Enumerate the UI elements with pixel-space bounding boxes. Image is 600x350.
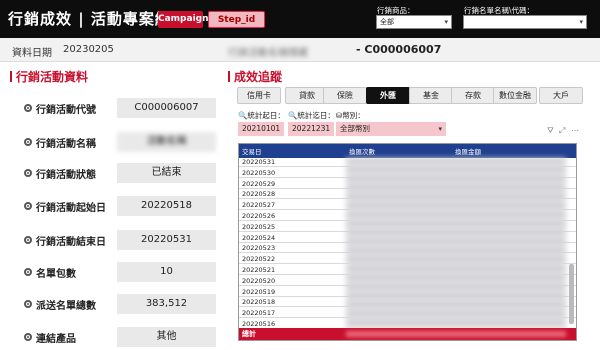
currency-label: ⛁幣別： bbox=[336, 111, 365, 120]
info-value: 10 bbox=[117, 262, 216, 282]
tab-forex[interactable]: 外匯 bbox=[366, 87, 410, 104]
info-row: 連結產品 其他 bbox=[0, 327, 225, 347]
product-filter-select[interactable]: 全部 ▾ bbox=[376, 15, 452, 29]
trade-date-cell: 20220530 bbox=[242, 168, 276, 177]
info-label: 連結產品 bbox=[36, 334, 76, 345]
data-date-value: 20230205 bbox=[63, 44, 114, 55]
tab-major-client[interactable]: 大戶 bbox=[539, 87, 583, 104]
blurred-values bbox=[346, 158, 566, 330]
trade-date-cell: 20220529 bbox=[242, 179, 276, 188]
tab-deposit[interactable]: 存款 bbox=[451, 87, 495, 104]
bullet-icon bbox=[24, 333, 32, 341]
blurred-total-values bbox=[346, 331, 566, 337]
info-row: 行銷活動名稱 活動名稱 bbox=[0, 132, 225, 152]
trade-date-cell: 20220523 bbox=[242, 244, 276, 253]
bullet-icon bbox=[24, 138, 32, 146]
name-filter-select[interactable]: ▾ bbox=[463, 15, 587, 29]
bullet-icon bbox=[24, 169, 32, 177]
trade-date-cell: 20220519 bbox=[242, 287, 276, 296]
info-label: 行銷活動代號 bbox=[36, 105, 96, 116]
info-label: 行銷活動結束日 bbox=[36, 237, 106, 248]
tab-credit-card[interactable]: 信用卡 bbox=[237, 87, 281, 104]
campaign-code: - C000006007 bbox=[356, 43, 442, 56]
column-header[interactable]: 交易日 bbox=[242, 146, 262, 156]
chevron-down-icon: ▾ bbox=[438, 125, 442, 133]
info-row: 名單包數 10 bbox=[0, 262, 225, 282]
info-row: 行銷活動狀態 已結束 bbox=[0, 163, 225, 183]
currency-value: 全部幣別 bbox=[340, 124, 370, 133]
chevron-down-icon: ▾ bbox=[444, 18, 448, 26]
trade-date-cell: 20220528 bbox=[242, 190, 276, 199]
campaign-button[interactable]: Campaign bbox=[158, 11, 209, 28]
info-value: 383,512 bbox=[117, 294, 216, 314]
info-value: 20220518 bbox=[117, 196, 216, 216]
end-date-input[interactable]: 20221231 bbox=[288, 122, 334, 136]
search-icon: 🔍 bbox=[238, 111, 248, 120]
info-label: 行銷活動狀態 bbox=[36, 170, 96, 181]
info-row: 行銷活動結束日 20220531 bbox=[0, 230, 225, 250]
info-row: 行銷活動起始日 20220518 bbox=[0, 196, 225, 216]
total-label: 總計 bbox=[242, 330, 256, 338]
info-value: C000006007 bbox=[117, 98, 216, 118]
trade-date-cell: 20220522 bbox=[242, 255, 276, 264]
info-label: 派送名單總數 bbox=[36, 301, 96, 312]
data-date-label: 資料日期 bbox=[12, 48, 52, 59]
bullet-icon bbox=[24, 268, 32, 276]
trade-date-cell: 20220531 bbox=[242, 158, 276, 166]
info-label: 名單包數 bbox=[36, 269, 76, 280]
table-total-row: 總計 bbox=[239, 328, 576, 340]
campaign-info-title: 行銷活動資料 bbox=[10, 68, 88, 85]
bullet-icon bbox=[24, 202, 32, 210]
bullet-icon bbox=[24, 104, 32, 112]
info-row: 行銷活動代號 C000006007 bbox=[0, 98, 225, 118]
trade-date-cell: 20220527 bbox=[242, 201, 276, 210]
info-value: 已結束 bbox=[117, 163, 216, 183]
column-header[interactable]: 換匯金額 bbox=[455, 146, 481, 156]
bullet-icon bbox=[24, 300, 32, 308]
start-date-label: 🔍統計起日： bbox=[238, 111, 285, 120]
trade-date-cell: 20220525 bbox=[242, 222, 276, 231]
tab-insurance[interactable]: 保險 bbox=[323, 87, 367, 104]
info-value: 活動名稱 bbox=[117, 132, 216, 152]
forex-table: 交易日 換匯次數 換匯金額 20220531 20220530 20220529 20… bbox=[238, 143, 577, 341]
product-filter-value: 全部 bbox=[380, 18, 394, 26]
search-icon: 🔍 bbox=[288, 111, 298, 120]
trade-date-cell: 20220520 bbox=[242, 276, 276, 285]
tab-fund[interactable]: 基金 bbox=[409, 87, 453, 104]
stepid-button[interactable]: Step_id bbox=[208, 11, 265, 28]
trade-date-cell: 20220518 bbox=[242, 298, 276, 307]
currency-select[interactable]: 全部幣別 ▾ bbox=[336, 122, 446, 136]
info-label: 行銷活動名稱 bbox=[36, 139, 96, 150]
column-header[interactable]: 換匯次數 bbox=[349, 146, 375, 156]
info-value: 20220531 bbox=[117, 230, 216, 250]
filter-icon[interactable]: ⛛ bbox=[547, 126, 554, 136]
info-value: 其他 bbox=[117, 327, 216, 347]
performance-title: 成效追蹤 bbox=[228, 68, 282, 85]
trade-date-cell: 20220517 bbox=[242, 309, 276, 318]
trade-date-cell: 20220524 bbox=[242, 233, 276, 242]
bullet-icon bbox=[24, 236, 32, 244]
table-header: 交易日 換匯次數 換匯金額 bbox=[239, 144, 576, 158]
start-date-input[interactable]: 20210101 bbox=[238, 122, 284, 136]
campaign-name-blurred: 行銷活動名稱隱藏 bbox=[228, 48, 308, 59]
trade-date-cell: 20220526 bbox=[242, 212, 276, 220]
chevron-down-icon: ▾ bbox=[579, 18, 583, 26]
trade-date-cell: 20220521 bbox=[242, 266, 276, 274]
tab-digital-finance[interactable]: 數位金融 bbox=[493, 87, 537, 104]
info-label: 行銷活動起始日 bbox=[36, 203, 106, 214]
end-date-label: 🔍統計迄日： bbox=[288, 111, 335, 120]
info-row: 派送名單總數 383,512 bbox=[0, 294, 225, 314]
focus-mode-icon[interactable]: ⤢ bbox=[559, 126, 565, 136]
more-options-icon[interactable]: ⋯ bbox=[571, 126, 579, 135]
table-scrollbar[interactable] bbox=[569, 264, 574, 324]
